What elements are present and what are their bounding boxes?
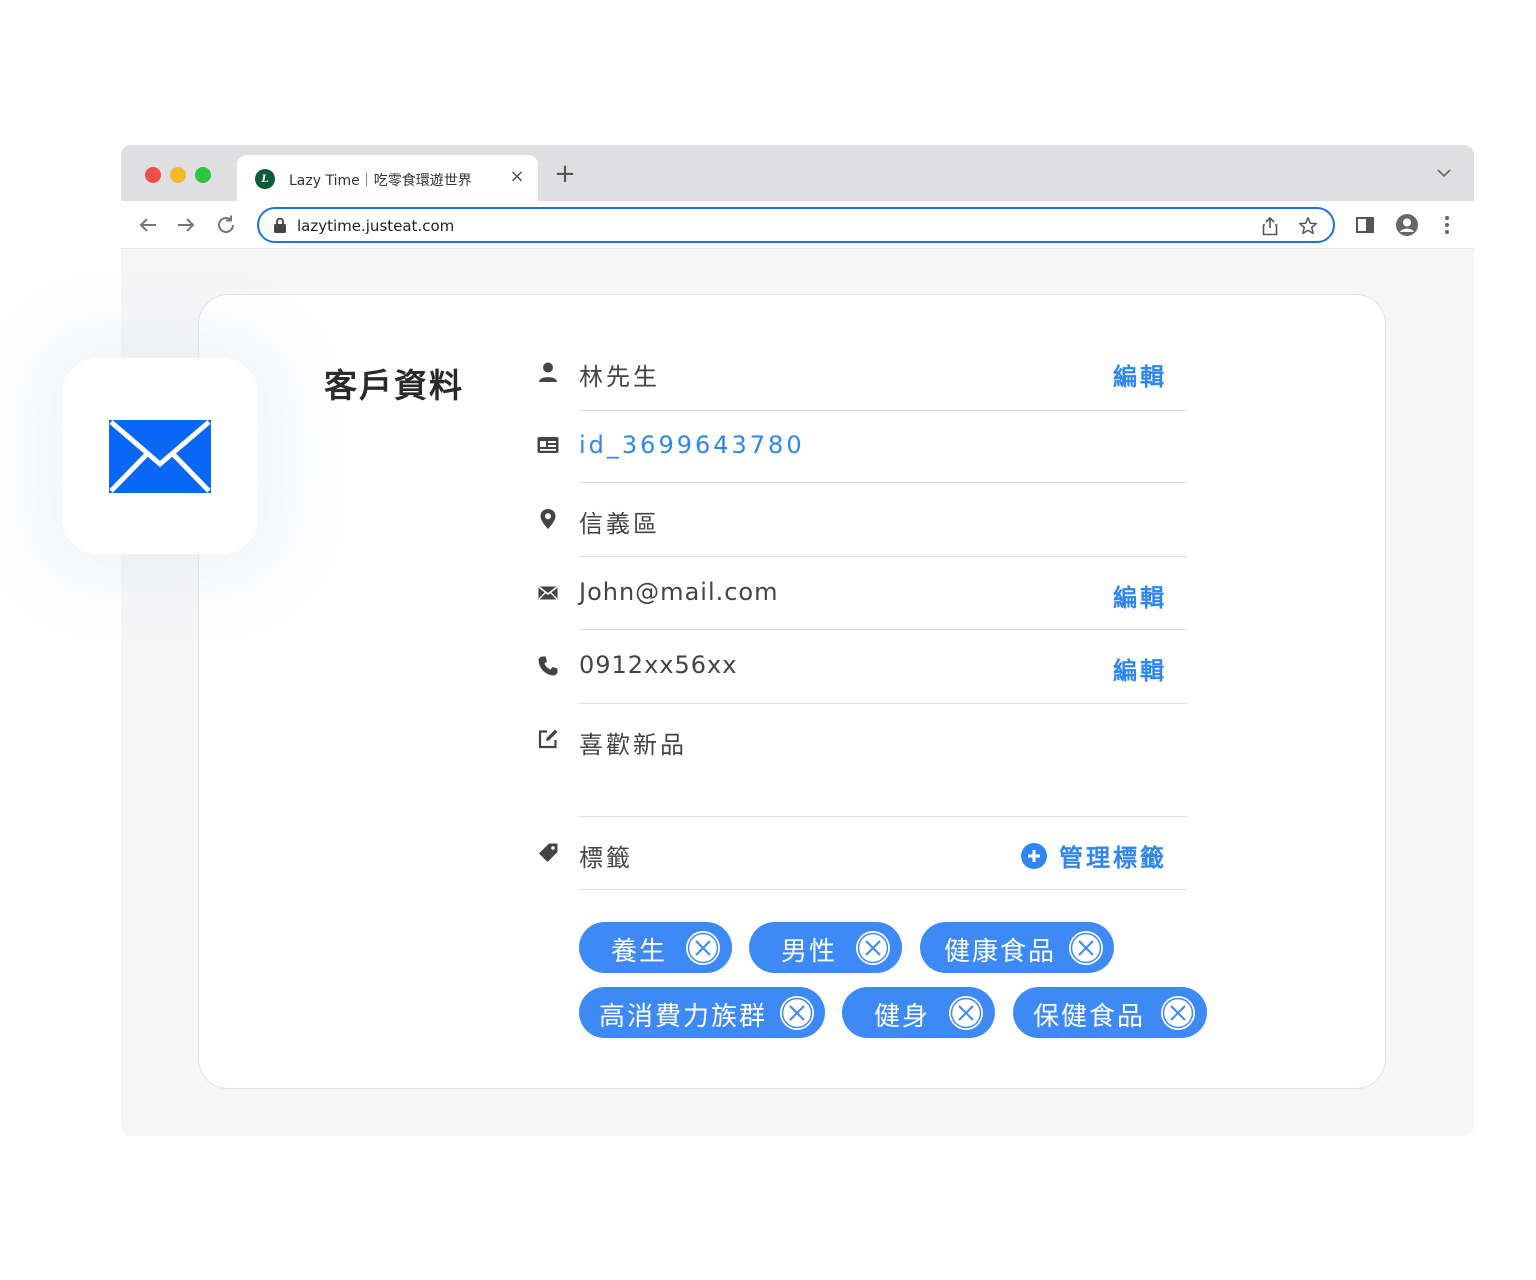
manage-tags-button[interactable]: 管理標籤	[1021, 838, 1167, 873]
manage-tags-label: 管理標籤	[1059, 844, 1167, 872]
field-row-id: id_3699643780	[537, 431, 1187, 485]
mail-icon	[109, 420, 211, 493]
customer-name: 林先生	[579, 363, 660, 391]
browser-toolbar: lazytime.justeat.com	[121, 201, 1474, 249]
customer-note: 喜歡新品	[579, 731, 687, 759]
tag-chip: 養生	[579, 922, 732, 973]
reload-icon[interactable]	[214, 213, 238, 237]
more-menu-icon[interactable]	[1435, 213, 1459, 237]
remove-tag-icon[interactable]	[855, 930, 891, 966]
user-icon	[539, 362, 557, 382]
tags-label: 標籤	[579, 844, 633, 872]
customer-phone: 0912xx56xx	[579, 651, 738, 679]
customer-id: id_3699643780	[579, 431, 805, 459]
close-window-button[interactable]	[145, 167, 161, 183]
divider	[579, 556, 1187, 557]
remove-tag-icon[interactable]	[948, 995, 984, 1031]
remove-tag-icon[interactable]	[1160, 995, 1196, 1031]
tag-label: 健康食品	[944, 937, 1057, 967]
tag-chip: 高消費力族群	[579, 987, 825, 1038]
remove-tag-icon[interactable]	[1068, 930, 1104, 966]
card-title: 客戶資料	[324, 366, 464, 405]
tag-label: 健身	[874, 1002, 931, 1032]
phone-icon	[538, 656, 558, 676]
url-text: lazytime.justeat.com	[297, 217, 455, 235]
divider	[579, 410, 1187, 411]
browser-tab-active[interactable]: L Lazy Time｜吃零食環遊世界 ×	[237, 155, 538, 201]
divider	[579, 482, 1187, 483]
lock-icon	[274, 217, 286, 233]
field-row-phone: 0912xx56xx 編輯	[537, 651, 1187, 705]
edit-phone-button[interactable]: 編輯	[1113, 651, 1167, 686]
tab-title: Lazy Time｜吃零食環遊世界	[289, 173, 472, 189]
tag-chip: 男性	[749, 922, 902, 973]
divider	[579, 889, 1187, 890]
forward-arrow-icon[interactable]	[174, 213, 198, 237]
address-bar[interactable]: lazytime.justeat.com	[257, 207, 1335, 243]
remove-tag-icon[interactable]	[779, 995, 815, 1031]
edit-note-icon	[538, 729, 558, 749]
plus-circle-icon	[1021, 842, 1047, 869]
tab-close-icon[interactable]: ×	[507, 167, 527, 187]
field-row-email: John@mail.com 編輯	[537, 578, 1187, 632]
customer-profile-card: 客戶資料 林先生 編輯 id_3699643780 信義區 John@mail.…	[198, 294, 1386, 1089]
divider	[579, 816, 1187, 817]
divider	[579, 703, 1187, 704]
maximize-window-button[interactable]	[195, 167, 211, 183]
tag-label: 保健食品	[1033, 1002, 1146, 1032]
tag-label: 男性	[781, 937, 838, 967]
profile-avatar-icon[interactable]	[1395, 213, 1419, 237]
mail-app-tile	[62, 358, 258, 554]
tag-icon	[539, 843, 558, 862]
field-row-note: 喜歡新品	[537, 725, 1187, 817]
customer-email: John@mail.com	[579, 578, 779, 606]
share-icon[interactable]	[1261, 216, 1279, 236]
browser-titlebar: L Lazy Time｜吃零食環遊世界 × +	[121, 145, 1474, 201]
favicon-icon: L	[255, 169, 275, 189]
remove-tag-icon[interactable]	[685, 930, 721, 966]
tag-chip: 健康食品	[920, 922, 1114, 973]
tag-label: 養生	[611, 937, 668, 967]
tag-chip: 健身	[842, 987, 995, 1038]
bookmark-star-icon[interactable]	[1297, 215, 1319, 237]
field-row-name: 林先生 編輯	[537, 357, 1187, 411]
customer-district: 信義區	[579, 510, 660, 538]
edit-email-button[interactable]: 編輯	[1113, 578, 1167, 613]
id-card-icon	[537, 437, 559, 453]
edit-name-button[interactable]: 編輯	[1113, 357, 1167, 392]
tags-header-row: 標籤 管理標籤	[537, 838, 1187, 892]
divider	[579, 629, 1187, 630]
chevron-down-icon[interactable]	[1434, 163, 1454, 183]
envelope-icon	[538, 586, 558, 600]
side-panel-icon[interactable]	[1353, 213, 1377, 237]
field-row-district: 信義區	[537, 504, 1187, 558]
minimize-window-button[interactable]	[170, 167, 186, 183]
location-pin-icon	[540, 509, 556, 529]
tag-chip: 保健食品	[1013, 987, 1207, 1038]
tag-label: 高消費力族群	[599, 1002, 768, 1032]
back-arrow-icon[interactable]	[136, 213, 160, 237]
new-tab-icon[interactable]: +	[553, 161, 577, 187]
